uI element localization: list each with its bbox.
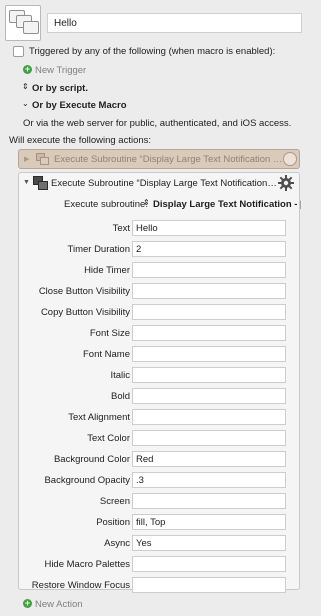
chevron-updown-icon: ⇕ — [22, 82, 29, 91]
param-row: Background Opacity .3 — [19, 472, 301, 488]
collapsed-action[interactable]: ▶ Execute Subroutine “Display Large Text… — [18, 149, 300, 169]
plus-icon: + — [23, 598, 32, 608]
param-field[interactable] — [132, 346, 286, 362]
param-row: Timer Duration 2 — [19, 241, 301, 257]
param-row: Screen — [19, 493, 301, 509]
param-label: Bold — [110, 391, 130, 402]
param-label: Hide Macro Palettes — [44, 559, 130, 570]
param-field[interactable] — [132, 367, 286, 383]
web-server-text: Or via the web server for public, authen… — [23, 118, 292, 129]
param-row: Position fill, Top — [19, 514, 301, 530]
param-field[interactable]: fill, Top — [132, 514, 286, 530]
param-field[interactable] — [132, 325, 286, 341]
actions-heading: Will execute the following actions: — [9, 135, 152, 146]
chevron-updown-icon: ⇕ — [143, 198, 150, 207]
param-label: Text — [112, 223, 130, 234]
param-field[interactable] — [132, 493, 286, 509]
subroutine-icon — [33, 176, 48, 190]
expanded-action-label: Execute Subroutine “Display Large Text N… — [51, 178, 277, 189]
param-row: Text Color — [19, 430, 301, 446]
macro-name-field[interactable]: Hello — [47, 13, 302, 33]
param-field[interactable]: Yes — [132, 535, 286, 551]
param-row: Bold — [19, 388, 301, 404]
disclosure-triangle-icon[interactable]: ▶ — [24, 155, 29, 163]
param-label: Background Opacity — [44, 475, 130, 486]
clock-icon[interactable] — [283, 152, 297, 166]
param-row: Hide Timer — [19, 262, 301, 278]
param-label: Hide Timer — [84, 265, 130, 276]
param-label: Background Color — [53, 454, 130, 465]
triggers-heading: Triggered by any of the following (when … — [29, 46, 276, 57]
subroutine-select-label: Execute subroutine: — [64, 199, 148, 210]
param-label: Screen — [99, 496, 130, 507]
param-row: Italic — [19, 367, 301, 383]
param-field[interactable]: 2 — [132, 241, 286, 257]
param-label: Text Alignment — [68, 412, 130, 423]
subroutine-select-row[interactable]: Execute subroutine: ⇕ Display Large Text… — [19, 196, 301, 212]
new-trigger-label: New Trigger — [35, 65, 87, 76]
param-field[interactable] — [132, 262, 286, 278]
param-field[interactable]: Hello — [132, 220, 286, 236]
param-field[interactable]: Red — [132, 451, 286, 467]
subroutine-icon — [36, 153, 49, 165]
param-field[interactable] — [132, 556, 286, 572]
param-row: Hide Macro Palettes — [19, 556, 301, 572]
param-row: Text Hello — [19, 220, 301, 236]
gear-icon[interactable] — [278, 175, 294, 191]
param-field[interactable] — [132, 304, 286, 320]
window-icon — [23, 21, 39, 34]
param-field[interactable] — [132, 409, 286, 425]
param-row: Copy Button Visibility — [19, 304, 301, 320]
by-script-label: Or by script. — [32, 83, 88, 94]
param-row: Restore Window Focus — [19, 577, 301, 593]
param-row: Background Color Red — [19, 451, 301, 467]
param-label: Close Button Visibility — [38, 286, 130, 297]
param-row: Text Alignment — [19, 409, 301, 425]
param-row: Font Name — [19, 346, 301, 362]
collapsed-action-label: Execute Subroutine “Display Large Text N… — [54, 154, 287, 165]
param-label: Font Size — [89, 328, 130, 339]
param-label: Timer Duration — [67, 244, 130, 255]
param-label: Position — [96, 517, 130, 528]
param-row: Font Size — [19, 325, 301, 341]
new-action-label: New Action — [35, 599, 83, 610]
subroutine-select-value[interactable]: Display Large Text Notification - [Refer… — [153, 199, 301, 210]
by-execute-macro-label: Or by Execute Macro — [32, 100, 127, 111]
param-row: Async Yes — [19, 535, 301, 551]
param-label: Italic — [110, 370, 130, 381]
param-label: Async — [104, 538, 130, 549]
expanded-action: ▼ Execute Subroutine “Display Large Text… — [18, 172, 301, 593]
param-field[interactable] — [132, 430, 286, 446]
chevron-down-icon: ⌄ — [22, 99, 29, 108]
disclosure-triangle-icon[interactable]: ▼ — [23, 179, 30, 186]
param-field[interactable] — [132, 577, 286, 593]
param-label: Restore Window Focus — [31, 580, 130, 591]
param-label: Text Color — [87, 433, 130, 444]
triggers-enabled-checkbox[interactable] — [13, 46, 24, 57]
macro-icon[interactable] — [5, 5, 41, 41]
param-label: Copy Button Visibility — [40, 307, 130, 318]
param-field[interactable]: .3 — [132, 472, 286, 488]
param-field[interactable] — [132, 388, 286, 404]
param-label: Font Name — [83, 349, 130, 360]
plus-icon: + — [23, 64, 32, 74]
param-row: Close Button Visibility — [19, 283, 301, 299]
param-field[interactable] — [132, 283, 286, 299]
